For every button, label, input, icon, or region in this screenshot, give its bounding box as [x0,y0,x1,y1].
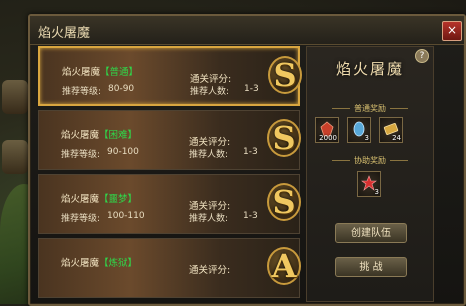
people-label: 推荐人数: [189,150,229,160]
difficulty-label: 【困难】 [99,130,138,141]
dungeon-window: 焰火屠魔 × 焰火屠魔【普通】 推荐等级: 80-90 通关评分: 推荐人数: … [28,14,466,306]
reward-count: 3 [364,134,369,142]
people-value: 1-3 [243,147,258,157]
clear-score-label: 通关评分: [189,137,231,148]
people-value: 1-3 [244,84,259,94]
reward-count: 24 [392,134,401,142]
level-value: 90-100 [107,147,139,157]
level-label: 推荐等级: [61,150,101,160]
reward-slot[interactable]: 3 [357,171,381,197]
assist-rewards-label: 协助奖励 [307,155,433,166]
reward-slot[interactable]: 24 [379,117,403,143]
dungeon-name: 焰火屠魔【噩梦】 [61,194,138,205]
difficulty-label: 【噩梦】 [99,194,138,205]
reward-count: 3 [374,188,379,196]
panel-title: 焰火屠魔 [335,60,404,78]
dungeon-name: 焰火屠魔【普通】 [62,67,139,78]
dungeon-name: 焰火屠魔【困难】 [61,130,138,141]
reward-count: 2000 [319,134,337,142]
clear-score-label: 通关评分: [189,201,231,212]
normal-rewards-label: 普通奖励 [307,103,433,114]
dungeon-card[interactable]: 焰火屠魔【噩梦】 推荐等级: 100-110 通关评分: 推荐人数: 1-3 S [38,174,301,234]
difficulty-label: 【普通】 [100,67,139,78]
window-title: 焰火屠魔 [38,26,91,41]
people-value: 1-3 [243,211,258,221]
people-label: 推荐人数: [190,87,230,97]
rank-badge: S [267,119,301,157]
challenge-button[interactable]: 挑 战 [335,257,407,277]
level-label: 推荐等级: [61,214,101,224]
level-value: 80-90 [108,84,135,94]
clear-score-label: 通关评分: [189,265,231,276]
close-button[interactable]: × [442,21,462,41]
rank-badge: S [268,56,302,94]
rank-badge: A [267,247,301,285]
clear-score-label: 通关评分: [190,74,232,85]
rank-badge: S [267,183,301,221]
create-team-button[interactable]: 创建队伍 [335,223,407,243]
dungeon-name: 焰火屠魔【炼狱】 [61,258,138,269]
background-character [2,140,28,174]
dungeon-card[interactable]: 焰火屠魔【困难】 推荐等级: 90-100 通关评分: 推荐人数: 1-3 S [38,110,301,170]
dungeon-list[interactable]: 焰火屠魔【普通】 推荐等级: 80-90 通关评分: 推荐人数: 1-3 S 焰… [38,46,302,302]
level-label: 推荐等级: [62,87,102,97]
difficulty-label: 【炼狱】 [99,258,138,269]
reward-slot[interactable]: 3 [347,117,371,143]
reward-slot[interactable]: 2000 [315,117,339,143]
reward-panel: ? 焰火屠魔 普通奖励 2000 3 24 协助奖励 3 创建队伍 挑 战 [306,46,434,302]
dungeon-card[interactable]: 焰火屠魔【普通】 推荐等级: 80-90 通关评分: 推荐人数: 1-3 S [38,46,302,106]
title-bar: 焰火屠魔 × [30,16,464,45]
background-character [2,80,28,114]
level-value: 100-110 [107,211,145,221]
dungeon-card[interactable]: 焰火屠魔【炼狱】 通关评分: A [38,238,301,298]
people-label: 推荐人数: [189,214,229,224]
